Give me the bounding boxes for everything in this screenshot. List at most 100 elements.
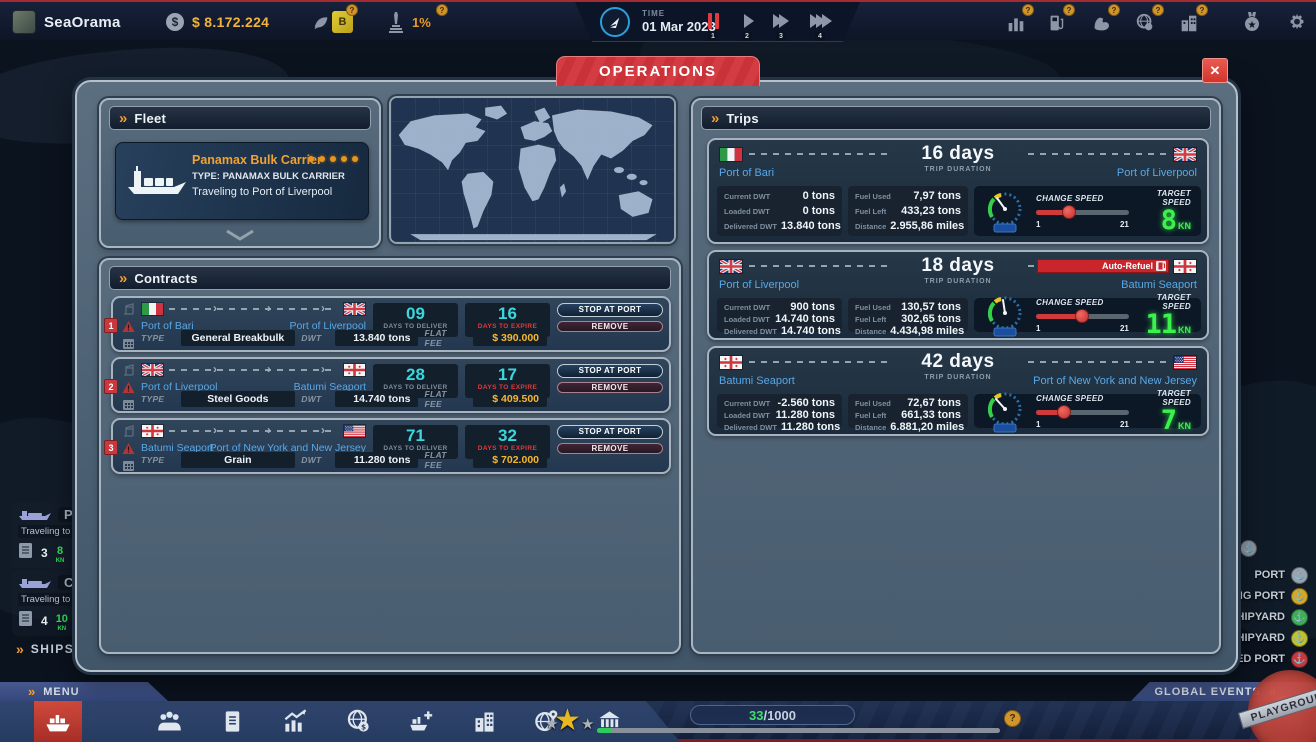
company-hint-coin[interactable]: ? [1196,4,1208,16]
map-port-label[interactable]: NG PORT ⚓ [1235,587,1308,605]
knots-unit: KN [1178,221,1191,231]
bunker-hint-coin[interactable]: ? [346,4,358,16]
contract-card[interactable]: 3 › › › Batumi Seaport Port of New York … [111,418,671,474]
game-logo [12,10,36,34]
route-arrow-icon: › [213,362,217,376]
stats-hint-coin[interactable]: ? [1022,4,1034,16]
strength-arm-icon[interactable] [1090,12,1112,34]
dwt-label: DWT [301,394,329,404]
achievements-medal-icon[interactable]: ★ [1240,10,1264,34]
world-hint-coin[interactable]: ? [1152,4,1164,16]
route-arrow-icon: › [267,362,271,376]
contract-number-badge: 3 [104,440,118,455]
reputation-statue-icon[interactable] [386,10,406,34]
map-port-marker[interactable]: ⚓ [1240,540,1257,557]
dwt-value: 13.840 tons [335,330,418,346]
remove-contract-button[interactable]: REMOVE [557,382,663,393]
menu-fleet-button[interactable] [34,701,82,742]
slider-knob[interactable] [1062,205,1076,219]
target-speed-value: 7 [1161,405,1176,436]
line-chart-icon [282,708,309,735]
type-label: TYPE [141,333,175,343]
world-search-icon[interactable] [1134,12,1156,34]
menu-world-economy-button[interactable]: $ [345,708,372,735]
stop-at-port-button[interactable]: STOP AT PORT [557,303,663,317]
fuel-pump-icon[interactable] [1046,12,1068,34]
contract-card[interactable]: 2 › › › Port of Liverpool Batumi Seaport [111,357,671,413]
menu-crew-button[interactable] [156,708,183,735]
fastest-forward-button[interactable] [802,12,836,30]
route-arrow-icon: › [267,423,271,437]
route-arrow-icon: › [321,362,325,376]
money-icon: $ [166,13,184,31]
slider-knob[interactable] [1057,405,1071,419]
trip-card[interactable]: 16 days TRIP DURATION Auto-Refuel Port o… [707,138,1209,244]
speed-slider[interactable]: CHANGE SPEED 121 [1036,298,1129,333]
origin-port-name: Port of Bari [719,167,774,179]
contracts-doc-icon [18,610,33,632]
map-port-label[interactable]: HIPYARD ⚓ [1237,608,1309,626]
menu-buy-ship-button[interactable] [408,708,435,735]
world-map-panel[interactable] [389,96,676,244]
dwt-label: DWT [301,333,329,343]
fleet-expand-chevron-down-icon[interactable] [223,228,257,242]
fast-forward-button[interactable] [766,12,792,30]
map-port-label[interactable]: ED PORT ⚓ [1236,650,1308,668]
svg-text:★: ★ [1248,20,1257,31]
remove-contract-button[interactable]: REMOVE [557,443,663,454]
origin-flag-icon [141,424,164,438]
origin-flag-icon [141,363,164,377]
reputation-hint-coin[interactable]: ? [436,4,448,16]
speed-max: 21 [1120,420,1129,429]
close-button[interactable]: ✕ [1202,58,1228,83]
speed-slider[interactable]: CHANGE SPEED 121 [1036,194,1129,229]
trip-card[interactable]: 42 days TRIP DURATION Auto-Refuel Batumi… [707,346,1209,436]
trips-panel: » Trips 16 days TRIP DURATION Auto-Refue… [691,98,1221,654]
help-button[interactable]: ? [1004,710,1021,727]
play-button[interactable] [734,12,760,30]
ships-section-label[interactable]: » SHIPS [16,641,74,657]
contract-document-icon [219,708,246,735]
ship-type: TYPE: PANAMAX BULK CARRIER [192,171,345,182]
contract-card[interactable]: 1 › › › Port of Bari Port of Liverpool [111,296,671,352]
trip-card[interactable]: 18 days TRIP DURATION Auto-Refuel Port o… [707,250,1209,340]
company-building-icon[interactable] [1178,12,1200,34]
pause-button[interactable] [700,12,726,30]
speedometer-gauge-icon [982,188,1028,234]
change-speed-label: CHANGE SPEED [1036,298,1129,307]
eco-leaf-icon[interactable] [310,12,332,34]
strength-hint-coin[interactable]: ? [1108,4,1120,16]
calendar-icon [122,337,135,350]
menu-contracts-button[interactable] [219,708,246,735]
stats-chart-icon[interactable] [1005,12,1027,34]
contract-number-badge: 1 [104,318,118,333]
knots-unit: KN [1178,325,1191,335]
destination-flag-icon [1173,259,1197,274]
slider-knob[interactable] [1075,309,1089,323]
chevron-right-icon: » [119,271,127,286]
reputation-value: 1% [412,15,431,30]
anchor-icon: ⚓ [1291,609,1308,626]
map-port-label[interactable]: PORT ⚓ [1254,566,1308,584]
auto-refuel-badge[interactable]: Auto-Refuel [1037,259,1169,273]
destination-port-name: Port of Liverpool [1117,167,1197,179]
speed-slider[interactable]: CHANGE SPEED 121 [1036,394,1129,429]
contract-icons [120,302,136,350]
menu-tab[interactable]: » MENU [0,682,168,701]
stop-at-port-button[interactable]: STOP AT PORT [557,425,663,439]
dwt-value: 11.280 tons [335,452,418,468]
flat-fee-label: FLAT FEE [424,328,466,348]
fuel-hint-coin[interactable]: ? [1063,4,1075,16]
slider-track[interactable] [1036,314,1129,319]
fleet-ship-card[interactable]: Panamax Bulk Carrier TYPE: PANAMAX BULK … [115,142,369,220]
slider-track[interactable] [1036,410,1129,415]
menu-market-chart-button[interactable] [282,708,309,735]
anchor-icon: ⚓ [1291,567,1308,584]
settings-gear-icon[interactable] [1286,12,1308,34]
remove-contract-button[interactable]: REMOVE [557,321,663,332]
map-port-label[interactable]: HIPYARD ⚓ [1237,629,1309,647]
route-dashes [169,430,336,432]
slider-track[interactable] [1036,210,1129,215]
stop-at-port-button[interactable]: STOP AT PORT [557,364,663,378]
menu-office-button[interactable] [471,708,498,735]
